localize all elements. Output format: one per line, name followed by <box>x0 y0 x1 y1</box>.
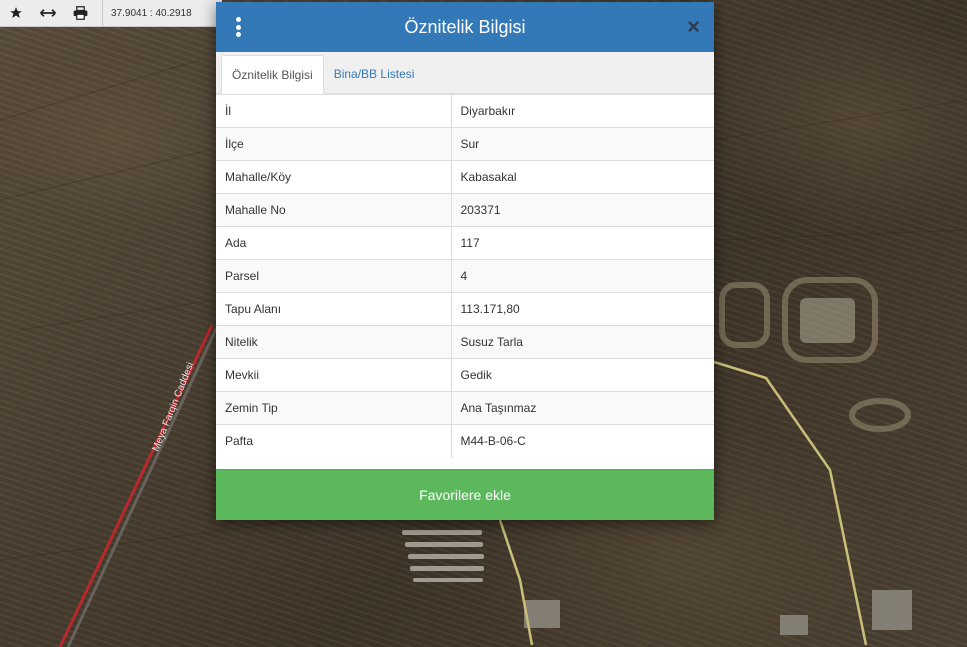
tab-attribute-info[interactable]: Öznitelik Bilgisi <box>221 55 324 94</box>
attribute-key: İl <box>216 94 452 128</box>
table-row: Mahalle No 203371 <box>216 193 714 227</box>
attribute-value: Sur <box>451 127 714 161</box>
map-toolbar: 37.9041 : 40.2918 <box>0 0 222 27</box>
kebab-icon[interactable] <box>234 17 242 37</box>
table-row: Zemin Tip Ana Taşınmaz <box>216 391 714 425</box>
table-row: Mahalle/Köy Kabasakal <box>216 160 714 194</box>
attribute-value: 113.171,80 <box>451 292 714 326</box>
attribute-key: Mevkii <box>216 358 452 392</box>
attribute-key: Mahalle/Köy <box>216 160 452 194</box>
attribute-key: Ada <box>216 226 452 260</box>
attribute-key: Tapu Alanı <box>216 292 452 326</box>
modal-header: Öznitelik Bilgisi × <box>216 2 714 52</box>
star-icon <box>10 7 22 18</box>
attribute-value: Ana Taşınmaz <box>451 391 714 425</box>
attribute-value: 117 <box>451 226 714 260</box>
attribute-value: M44-B-06-C <box>451 424 714 458</box>
table-row: Parsel 4 <box>216 259 714 293</box>
table-row: Tapu Alanı 113.171,80 <box>216 292 714 326</box>
favorite-star-button[interactable] <box>0 0 32 26</box>
measure-icon <box>40 9 56 17</box>
measure-button[interactable] <box>32 0 64 26</box>
attribute-value: Diyarbakır <box>451 94 714 128</box>
attribute-key: Mahalle No <box>216 193 452 227</box>
attribute-key: Zemin Tip <box>216 391 452 425</box>
attribute-value: Susuz Tarla <box>451 325 714 359</box>
table-row: İl Diyarbakır <box>216 94 714 128</box>
buildings <box>524 590 912 635</box>
attribute-key: Nitelik <box>216 325 452 359</box>
attribute-value: Kabasakal <box>451 160 714 194</box>
table-row: İlçe Sur <box>216 127 714 161</box>
attribute-key: Pafta <box>216 424 452 458</box>
modal-tabs: Öznitelik Bilgisi Bina/BB Listesi <box>216 52 714 94</box>
table-row: Ada 117 <box>216 226 714 260</box>
table-row: Mevkii Gedik <box>216 358 714 392</box>
attribute-value: 4 <box>451 259 714 293</box>
tab-building-list[interactable]: Bina/BB Listesi <box>324 55 425 93</box>
attribute-value: Gedik <box>451 358 714 392</box>
road-label: Meya Farqin Caddesi <box>151 361 197 453</box>
print-button[interactable] <box>64 0 96 26</box>
add-to-favorites-button[interactable]: Favorilere ekle <box>216 469 714 520</box>
parcel-outline <box>713 360 868 646</box>
greenhouse-strips <box>402 530 484 582</box>
close-icon[interactable]: × <box>687 15 700 39</box>
print-icon <box>73 6 87 20</box>
modal-title: Öznitelik Bilgisi <box>404 16 526 37</box>
attribute-value: 203371 <box>451 193 714 227</box>
table-row: Nitelik Susuz Tarla <box>216 325 714 359</box>
attribute-key: İlçe <box>216 127 452 161</box>
attribute-info-modal: Öznitelik Bilgisi × Öznitelik Bilgisi Bi… <box>216 2 714 520</box>
attribute-table: İl Diyarbakır İlçe Sur Mahalle/Köy Kabasakal M… <box>216 94 714 458</box>
attribute-key: Parsel <box>216 259 452 293</box>
coordinate-readout: 37.9041 : 40.2918 <box>102 0 192 26</box>
table-row: Pafta M44-B-06-C <box>216 424 714 458</box>
